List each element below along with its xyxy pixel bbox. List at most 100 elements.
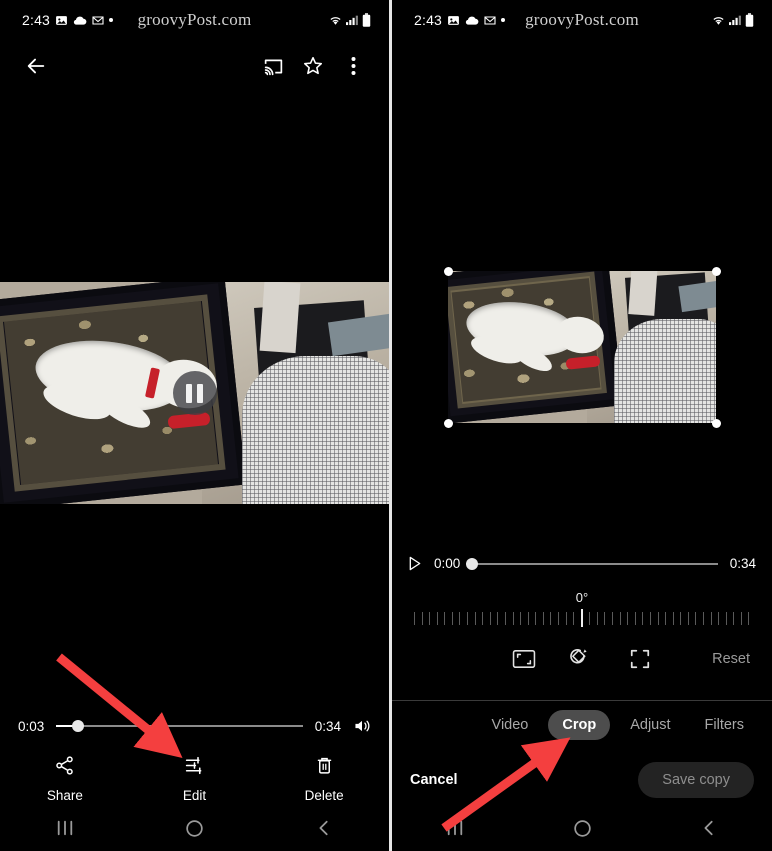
rotation-tick — [687, 611, 689, 625]
laptop-2 — [678, 279, 716, 313]
rotation-tick — [573, 611, 575, 625]
rotation-tick — [748, 611, 750, 625]
rotation-tick — [459, 611, 461, 625]
signal-icon — [346, 14, 359, 26]
seek-thumb[interactable] — [72, 720, 85, 732]
rotation-tick — [634, 611, 636, 625]
rotate-icon[interactable] — [553, 648, 611, 670]
rotation-tick — [672, 611, 674, 625]
cast-icon[interactable] — [253, 46, 293, 86]
trash-icon — [315, 755, 334, 781]
blanket-2 — [614, 319, 716, 423]
rotation-tick — [429, 611, 431, 625]
save-copy-button[interactable]: Save copy — [638, 762, 754, 798]
cloud-icon — [73, 15, 87, 26]
rotation-tick — [504, 611, 506, 625]
crop-handle-top-left[interactable] — [443, 266, 453, 276]
edit-button[interactable]: Edit — [130, 755, 260, 803]
rotation-tick — [733, 611, 735, 625]
status-bar-right: 2:43 groovyPost.com — [392, 0, 772, 40]
back-icon[interactable] — [259, 819, 389, 837]
back-arrow-icon[interactable] — [16, 46, 56, 86]
photo-icon — [55, 14, 68, 27]
share-icon — [54, 755, 75, 781]
tab-filters[interactable]: Filters — [691, 710, 758, 740]
crop-handle-bottom-right[interactable] — [711, 418, 721, 428]
share-label: Share — [46, 788, 83, 803]
android-nav-bar-right — [392, 805, 772, 851]
rotation-ticks[interactable] — [414, 609, 750, 627]
editor-seek-track[interactable] — [466, 557, 718, 570]
pause-button[interactable] — [172, 371, 217, 415]
more-vert-icon[interactable] — [333, 46, 373, 86]
player-seek-row: 0:03 0:34 — [0, 718, 389, 734]
status-bar-right-group-2 — [711, 13, 754, 27]
reset-button[interactable]: Reset — [712, 651, 750, 667]
pause-bar-left — [186, 383, 192, 403]
left-phone-screen: 2:43 groovyPost.com 0:03 0:34 Share Edit… — [0, 0, 389, 851]
rotation-tick — [680, 611, 682, 625]
home-icon[interactable] — [130, 819, 260, 838]
tab-crop[interactable]: Crop — [548, 710, 611, 740]
recents-icon[interactable] — [0, 819, 130, 837]
status-time: 2:43 — [22, 12, 51, 28]
watermark-right: groovyPost.com — [525, 10, 639, 29]
crop-handle-top-right[interactable] — [711, 266, 721, 276]
tab-separator — [392, 700, 772, 701]
editor-current-time: 0:00 — [434, 556, 461, 571]
video-frame[interactable] — [0, 282, 389, 504]
delete-button[interactable]: Delete — [259, 755, 389, 803]
rotation-tick — [497, 611, 499, 625]
volume-icon[interactable] — [353, 718, 371, 734]
share-button[interactable]: Share — [0, 755, 130, 803]
editor-seek-thumb[interactable] — [466, 557, 479, 570]
cancel-button[interactable]: Cancel — [410, 772, 458, 788]
photo-icon — [447, 14, 460, 27]
aspect-ratio-icon[interactable] — [495, 649, 553, 669]
rotation-tick — [550, 611, 552, 625]
back-icon[interactable] — [645, 819, 772, 837]
rotation-tick — [695, 611, 697, 625]
status-bar-left-group: 2:43 — [22, 12, 114, 28]
crop-preview-scene — [448, 271, 716, 423]
action-row: Share Edit Delete — [0, 755, 389, 803]
battery-icon — [362, 13, 371, 27]
crop-stage — [392, 140, 772, 476]
app-toolbar — [0, 40, 389, 92]
free-crop-icon[interactable] — [611, 648, 669, 670]
crop-handle-bottom-left[interactable] — [443, 418, 453, 428]
seek-track[interactable] — [56, 720, 303, 732]
wifi-icon — [711, 14, 726, 26]
screenshot-root: 2:43 groovyPost.com 0:03 0:34 Share Edit… — [0, 0, 772, 851]
editor-total-time: 0:34 — [729, 556, 756, 571]
tab-video[interactable]: Video — [478, 710, 543, 740]
android-nav-bar-left — [0, 805, 389, 851]
crop-selection[interactable] — [443, 266, 721, 428]
blanket — [242, 356, 389, 504]
rotation-dial[interactable]: 0° — [392, 590, 772, 627]
rotation-tick — [619, 611, 621, 625]
rotation-tick — [489, 611, 491, 625]
dot-icon — [109, 18, 114, 22]
rotation-tick — [474, 611, 476, 625]
status-bar-right-group — [328, 13, 371, 27]
rotation-tick — [612, 611, 614, 625]
play-icon[interactable] — [408, 556, 422, 571]
rotation-tick — [665, 611, 667, 625]
dot-icon — [501, 18, 506, 22]
rotation-tick — [444, 611, 446, 625]
crop-tool-row: Reset — [392, 648, 772, 670]
recents-icon[interactable] — [392, 819, 519, 837]
rotation-tick — [642, 611, 644, 625]
total-time-label: 0:34 — [314, 718, 341, 734]
person-legs-2 — [628, 271, 658, 316]
rotation-tick — [527, 611, 529, 625]
home-icon[interactable] — [519, 819, 646, 838]
editor-bottom-row: Cancel Save copy — [392, 762, 772, 798]
tab-adjust[interactable]: Adjust — [616, 710, 684, 740]
status-time-2: 2:43 — [414, 12, 443, 28]
rotation-tick — [740, 611, 742, 625]
pause-bar-right — [197, 383, 203, 403]
rotation-tick — [414, 611, 415, 625]
star-icon[interactable] — [293, 46, 333, 86]
